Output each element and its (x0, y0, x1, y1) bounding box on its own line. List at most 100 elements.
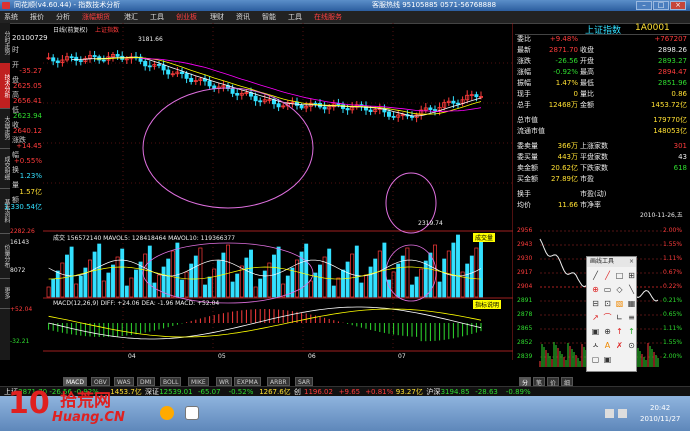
palette-close-icon[interactable]: × (629, 257, 634, 267)
volume-bar (152, 282, 157, 298)
menu-item[interactable]: 智能 (262, 11, 276, 23)
candle-body (69, 56, 74, 59)
candle-body (207, 80, 212, 87)
volume-bar (364, 274, 368, 298)
side-tab[interactable]: 价量分布 (0, 233, 10, 279)
menu-item[interactable]: 分析 (56, 11, 70, 23)
fib-tool-icon[interactable]: ▧ (614, 298, 625, 309)
quote-label: 市盈 (580, 175, 594, 183)
mini-chart-tab[interactable]: 分 (519, 377, 532, 387)
taskbar-app-icon[interactable] (160, 406, 174, 420)
quote-label: 总市值 (517, 116, 538, 124)
mini-price-tick: 2943 (517, 241, 533, 248)
line-tool-icon[interactable]: ╱ (590, 270, 601, 281)
macd-indicator-button[interactable]: 指标说明 (473, 300, 502, 309)
parallel-tool-icon[interactable]: ≡ (626, 312, 637, 323)
menu-item[interactable]: 资讯 (236, 11, 250, 23)
ray-tool-icon[interactable]: ╱ (602, 270, 613, 281)
info-value: +0.55% (13, 157, 42, 165)
info-value: 1.23% (19, 172, 42, 180)
volume-bar (414, 276, 419, 298)
rect-tool-icon[interactable]: □ (614, 270, 625, 281)
volume-bar (111, 264, 115, 298)
indicator-tab[interactable]: MIKE (188, 377, 209, 386)
candle-body (101, 59, 106, 62)
delete-tool-icon[interactable]: ✗ (614, 340, 625, 351)
quote-row: 换手 市盈(动) (515, 189, 690, 200)
mini-pct-tick: 1.55% (663, 241, 683, 248)
volume-bar (92, 251, 97, 298)
volume-bar (410, 284, 414, 298)
gann-tool-icon[interactable]: ▦ (626, 298, 637, 309)
menu-item[interactable]: 工具 (288, 11, 302, 23)
grid-tool-icon[interactable]: ⊞ (626, 270, 637, 281)
indicator-tab[interactable]: SAR (295, 377, 314, 386)
block-tool-icon[interactable]: ▣ (590, 326, 601, 337)
select-tool-icon[interactable]: ▢ (590, 354, 601, 365)
quote-label: 流通市值 (517, 127, 545, 135)
menu-item[interactable]: 报价 (30, 11, 44, 23)
mini-price-tick: 2839 (517, 353, 533, 360)
indicator-tab[interactable]: BOLL (160, 377, 182, 386)
tray-volume-icon[interactable] (605, 409, 614, 418)
indicator-tab[interactable]: ARBR (267, 377, 290, 386)
diag-tool-icon[interactable]: ╲ (626, 284, 637, 295)
menu-item[interactable]: 创业板 (176, 11, 197, 23)
cross-tool-icon[interactable]: ⊕ (590, 284, 601, 295)
target-tool-icon[interactable]: ⊕ (602, 326, 613, 337)
macd-tick-high: +52.04 (10, 306, 33, 313)
drawing-tools-palette[interactable]: 画线工具 × ╱ ╱ □ ⊞ ⊕ ▭ ◇ ╲ ⊟ ⊡ ▧ ▦ ↗ ⌒ ∟ ≡ ▣ ⊕ ↑ ↑ ㅅ A ✗ ⊙ ▢ ▣ (586, 256, 637, 372)
mini-chart-tab[interactable]: 细 (561, 377, 574, 387)
quote-value: 366万 (557, 142, 578, 150)
menu-item[interactable]: 在线服务 (314, 11, 342, 23)
quote-value: -26.56 (555, 57, 578, 65)
side-tab[interactable]: 成交明细 (0, 148, 10, 189)
side-tab[interactable]: 大盘走势 (0, 108, 10, 149)
channel-tool-icon[interactable]: ▭ (602, 284, 613, 295)
volume-bar (253, 286, 258, 298)
volume-bar (101, 280, 106, 298)
volume-bar (267, 262, 272, 298)
kline-svg[interactable] (43, 23, 513, 360)
green-up-arrow-icon[interactable]: ↑ (626, 326, 637, 337)
minimize-icon[interactable]: – (636, 1, 652, 10)
menu-item[interactable]: 工具 (150, 11, 164, 23)
menu-item[interactable]: 港汇 (124, 11, 138, 23)
menu-item[interactable]: 理财 (210, 11, 224, 23)
candle-body (189, 77, 194, 82)
wave-tool-icon[interactable]: ㅅ (590, 340, 601, 351)
up-arrow-icon[interactable]: ↑ (614, 326, 625, 337)
arrow-tool-icon[interactable]: ↗ (590, 312, 601, 323)
volume-indicator-button[interactable]: 成交量 (473, 233, 496, 242)
close-icon[interactable]: × (670, 1, 686, 10)
quote-row: 卖金额 20.62亿 下跌家数 618 (515, 163, 690, 174)
menu-item[interactable]: 涨幅期货 (82, 11, 110, 23)
taskbar-app-icon[interactable] (185, 406, 199, 420)
text-tool-icon[interactable]: A (602, 340, 613, 351)
tray-network-icon[interactable] (618, 409, 627, 418)
candle-body (428, 107, 433, 110)
palette-title-bar[interactable]: 画线工具 × (587, 257, 636, 267)
chart-period: 日线(前复权) (53, 27, 88, 34)
menu-item[interactable]: 系统 (4, 11, 18, 23)
side-tab[interactable]: 技术分析 (0, 63, 10, 109)
circle-tool-icon[interactable]: ⊙ (626, 340, 637, 351)
fill-tool-icon[interactable]: ▣ (602, 354, 613, 365)
kline-chart-area[interactable]: 日线(前复权) 上证指数 3181.66 2319.74 2282.26 成交 … (10, 23, 513, 360)
mini-chart-tab[interactable]: 笔 (533, 377, 546, 387)
arc-tool-icon[interactable]: ⌒ (602, 312, 613, 323)
diamond-tool-icon[interactable]: ◇ (614, 284, 625, 295)
volume-bar (120, 248, 125, 298)
volume-bar (88, 259, 92, 298)
angle-tool-icon[interactable]: ∟ (614, 312, 625, 323)
volume-bar (456, 234, 460, 298)
vol-tick-high: 16143 (10, 239, 30, 246)
mini-chart-tab[interactable]: 价 (547, 377, 560, 387)
side-tab[interactable]: 更多 (0, 278, 10, 309)
indicator-tab[interactable]: WR (216, 377, 233, 386)
maximize-icon[interactable]: □ (653, 1, 669, 10)
side-tab[interactable]: 分时走势 (0, 23, 10, 64)
box-tool-icon[interactable]: ⊟ (590, 298, 601, 309)
indicator-tab[interactable]: EXPMA (234, 377, 261, 386)
frame-tool-icon[interactable]: ⊡ (602, 298, 613, 309)
